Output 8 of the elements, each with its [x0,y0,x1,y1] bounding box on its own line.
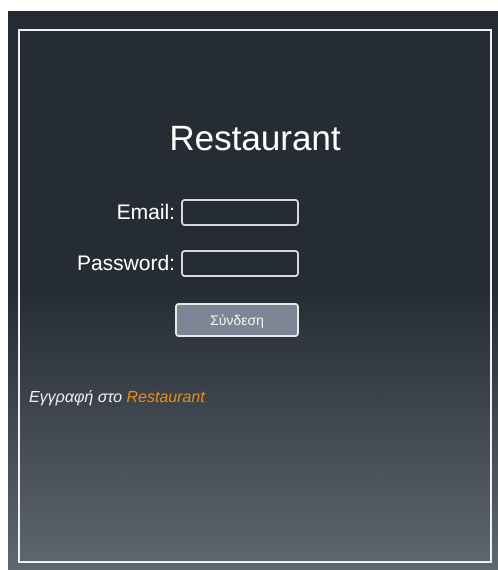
register-text: Εγγραφή στο Restaurant [29,389,205,407]
page-title: Restaurant [168,118,342,160]
input-field[interactable] [181,199,299,226]
field-label: Password: [76,252,175,276]
register-link[interactable]: Restaurant [126,389,205,406]
input-field[interactable] [181,250,299,277]
field-label: Email: [116,200,175,224]
login-button[interactable]: Σύνδεση [175,303,299,337]
